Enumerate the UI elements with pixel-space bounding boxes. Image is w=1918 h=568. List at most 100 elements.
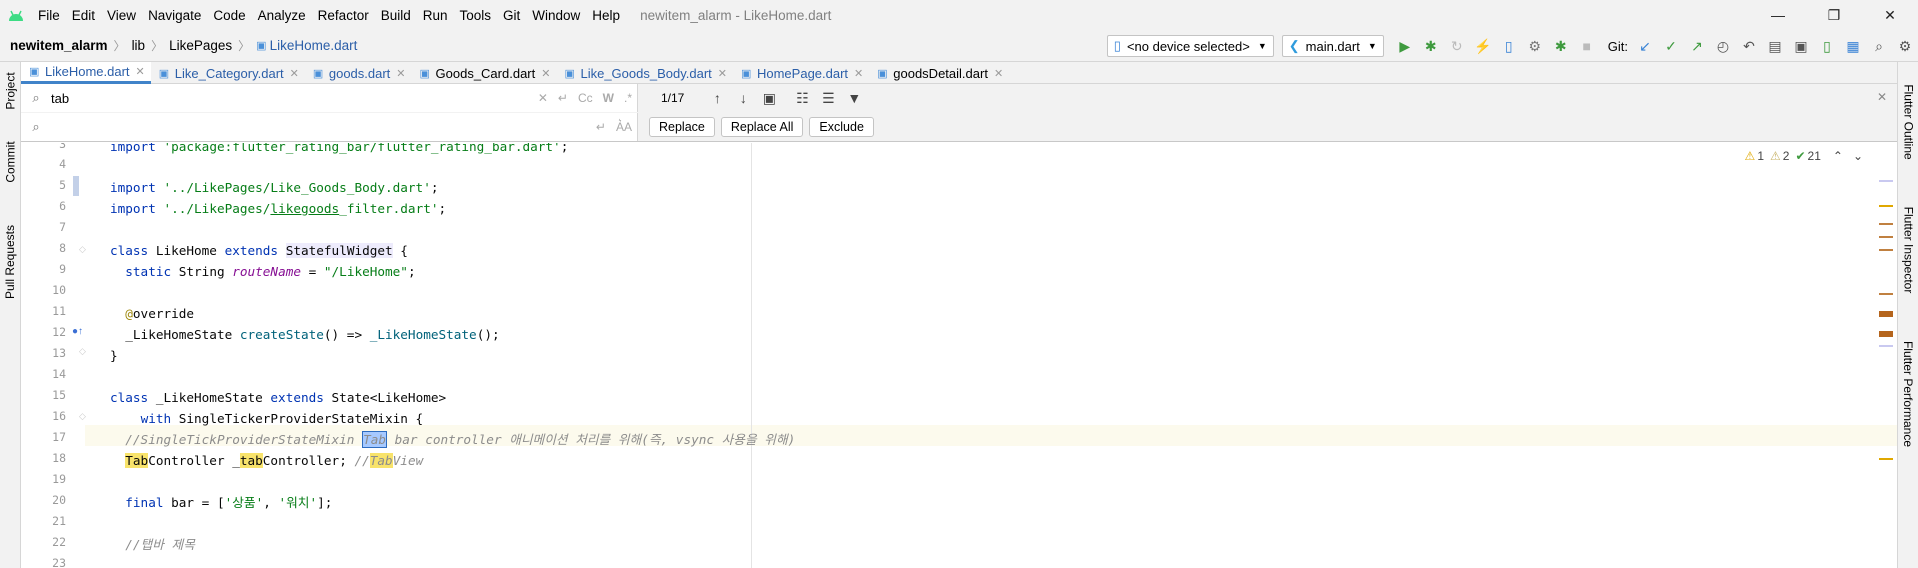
stop-icon[interactable]: ■: [1575, 34, 1599, 58]
tab-goods-detail[interactable]: ▣ goodsDetail.dart ✕: [869, 62, 1009, 84]
tab-likehome[interactable]: ▣ LikeHome.dart ✕: [21, 62, 151, 84]
hot-reload-icon[interactable]: ⚡: [1471, 34, 1495, 58]
fold-marker-icon[interactable]: ◇: [79, 346, 86, 357]
replace-button[interactable]: Replace: [649, 117, 715, 137]
menu-run[interactable]: Run: [417, 8, 454, 23]
debug-icon[interactable]: ✱: [1419, 34, 1443, 58]
menu-navigate[interactable]: Navigate: [142, 8, 207, 23]
device-manager-icon[interactable]: ▯: [1497, 34, 1521, 58]
code-line-3: import 'package:flutter_rating_bar/flutt…: [110, 143, 569, 154]
code-editor[interactable]: 3 4 5 6 7 8 9 10 11 12 13 14 15 16 17 18…: [21, 143, 1897, 568]
sdk-manager-icon[interactable]: ▦: [1841, 34, 1865, 58]
breadcrumb-lib[interactable]: lib: [132, 38, 146, 53]
preserve-case-toggle[interactable]: A͛A: [616, 120, 632, 134]
clear-search-icon[interactable]: ✕: [538, 91, 548, 105]
code-line-15: class _LikeHomeState extends State<LikeH…: [110, 390, 447, 405]
menu-window[interactable]: Window: [526, 8, 586, 23]
line-number: 22: [52, 535, 66, 549]
avd-manager-icon[interactable]: ▯: [1815, 34, 1839, 58]
commit-tab-label: Commit: [3, 141, 18, 183]
menu-file[interactable]: File: [32, 8, 66, 23]
close-tab-icon[interactable]: ✕: [541, 67, 550, 80]
search-everywhere-icon[interactable]: ⌕: [1867, 34, 1891, 58]
previous-highlight-icon[interactable]: ⌃: [1833, 149, 1843, 163]
minimize-button[interactable]: —: [1750, 0, 1806, 30]
terminal-icon[interactable]: ▣: [1789, 34, 1813, 58]
device-selector[interactable]: ▯ <no device selected> ▼: [1106, 35, 1274, 57]
line-number: 20: [52, 493, 66, 507]
open-in-window-icon[interactable]: ☰: [816, 86, 840, 110]
chevron-down-icon: ▼: [1257, 41, 1267, 51]
match-count: 1/17: [661, 91, 685, 105]
git-label: Git:: [1607, 38, 1628, 54]
run-config-selector[interactable]: ❮ main.dart ▼: [1281, 35, 1384, 57]
flutter-inspector-tab[interactable]: Flutter Inspector: [1898, 190, 1918, 310]
code-line-11: @override: [125, 306, 195, 321]
git-update-icon[interactable]: ↙: [1633, 34, 1657, 58]
fold-marker-icon[interactable]: ◇: [79, 244, 86, 255]
right-margin-guide: [751, 143, 752, 568]
next-occurrence-icon[interactable]: ↓: [731, 86, 755, 110]
attach-debugger-icon[interactable]: ↻: [1445, 34, 1469, 58]
close-tab-icon[interactable]: ✕: [718, 67, 727, 80]
project-tool-tab[interactable]: Project: [0, 66, 21, 116]
exclude-button[interactable]: Exclude: [809, 117, 874, 137]
close-tab-icon[interactable]: ✕: [994, 67, 1003, 80]
rollback-icon[interactable]: ↶: [1737, 34, 1761, 58]
replace-all-button[interactable]: Replace All: [720, 117, 804, 137]
menu-code[interactable]: Code: [207, 8, 251, 23]
run-icon[interactable]: ▶: [1393, 34, 1417, 58]
flutter-outline-tab[interactable]: Flutter Outline: [1898, 72, 1918, 172]
close-tab-icon[interactable]: ✕: [290, 67, 299, 80]
search-input[interactable]: tab: [51, 91, 533, 106]
inspection-widget[interactable]: ⚠ 1 ⚠ 2 ✔ 21 ⌃ ⌄: [1739, 149, 1863, 163]
filter-icon[interactable]: ▼: [842, 86, 866, 110]
breadcrumb-project[interactable]: newitem_alarm: [10, 38, 108, 53]
previous-occurrence-icon[interactable]: ↑: [705, 86, 729, 110]
breadcrumb-file[interactable]: LikeHome.dart: [270, 38, 358, 53]
restore-button[interactable]: ❐: [1806, 0, 1862, 30]
close-window-button[interactable]: ✕: [1862, 0, 1918, 30]
close-tab-icon[interactable]: ✕: [854, 67, 863, 80]
bug-icon[interactable]: ✱: [1549, 34, 1573, 58]
menu-git[interactable]: Git: [497, 8, 526, 23]
regex-toggle[interactable]: .*: [624, 91, 632, 105]
match-case-toggle[interactable]: Cc: [578, 91, 593, 105]
close-search-icon[interactable]: ✕: [1877, 90, 1887, 104]
breadcrumb-likepages[interactable]: LikePages: [169, 38, 232, 53]
tab-like-goods-body[interactable]: ▣ Like_Goods_Body.dart ✕: [556, 62, 733, 84]
line-number: 10: [52, 283, 66, 297]
close-tab-icon[interactable]: ✕: [136, 65, 145, 78]
filter-search-results-icon[interactable]: ☷: [790, 86, 814, 110]
pull-requests-tool-tab[interactable]: Pull Requests: [0, 212, 21, 312]
tab-goods-card[interactable]: ▣ Goods_Card.dart ✕: [412, 62, 557, 84]
whole-words-toggle[interactable]: W: [603, 91, 614, 105]
menu-tools[interactable]: Tools: [454, 8, 498, 23]
tab-homepage[interactable]: ▣ HomePage.dart ✕: [733, 62, 869, 84]
git-commit-icon[interactable]: ✓: [1659, 34, 1683, 58]
next-highlight-icon[interactable]: ⌄: [1853, 149, 1863, 163]
new-line-icon[interactable]: ↵: [596, 120, 606, 134]
menu-build[interactable]: Build: [375, 8, 417, 23]
flutter-performance-tab[interactable]: Flutter Performance: [1898, 324, 1918, 464]
dart-file-icon: ▣: [256, 40, 267, 52]
new-line-icon[interactable]: ↵: [558, 91, 568, 105]
fold-marker-icon[interactable]: ◇: [79, 411, 86, 422]
override-gutter-icon[interactable]: ●↑: [72, 326, 83, 337]
menu-edit[interactable]: Edit: [66, 8, 101, 23]
git-push-icon[interactable]: ↗: [1685, 34, 1709, 58]
profile-icon[interactable]: ⚙: [1523, 34, 1547, 58]
tab-like-category[interactable]: ▣ Like_Category.dart ✕: [151, 62, 305, 84]
line-number: 4: [59, 157, 66, 171]
menu-view[interactable]: View: [101, 8, 142, 23]
settings-gear-icon[interactable]: ⚙: [1893, 34, 1917, 58]
menu-refactor[interactable]: Refactor: [312, 8, 375, 23]
commit-tool-tab[interactable]: Commit: [0, 132, 21, 192]
project-structure-icon[interactable]: ▤: [1763, 34, 1787, 58]
menu-help[interactable]: Help: [586, 8, 626, 23]
close-tab-icon[interactable]: ✕: [396, 67, 405, 80]
select-all-occurrences-icon[interactable]: ▣: [757, 86, 781, 110]
history-icon[interactable]: ◴: [1711, 34, 1735, 58]
tab-goods[interactable]: ▣ goods.dart ✕: [305, 62, 412, 84]
menu-analyze[interactable]: Analyze: [252, 8, 312, 23]
